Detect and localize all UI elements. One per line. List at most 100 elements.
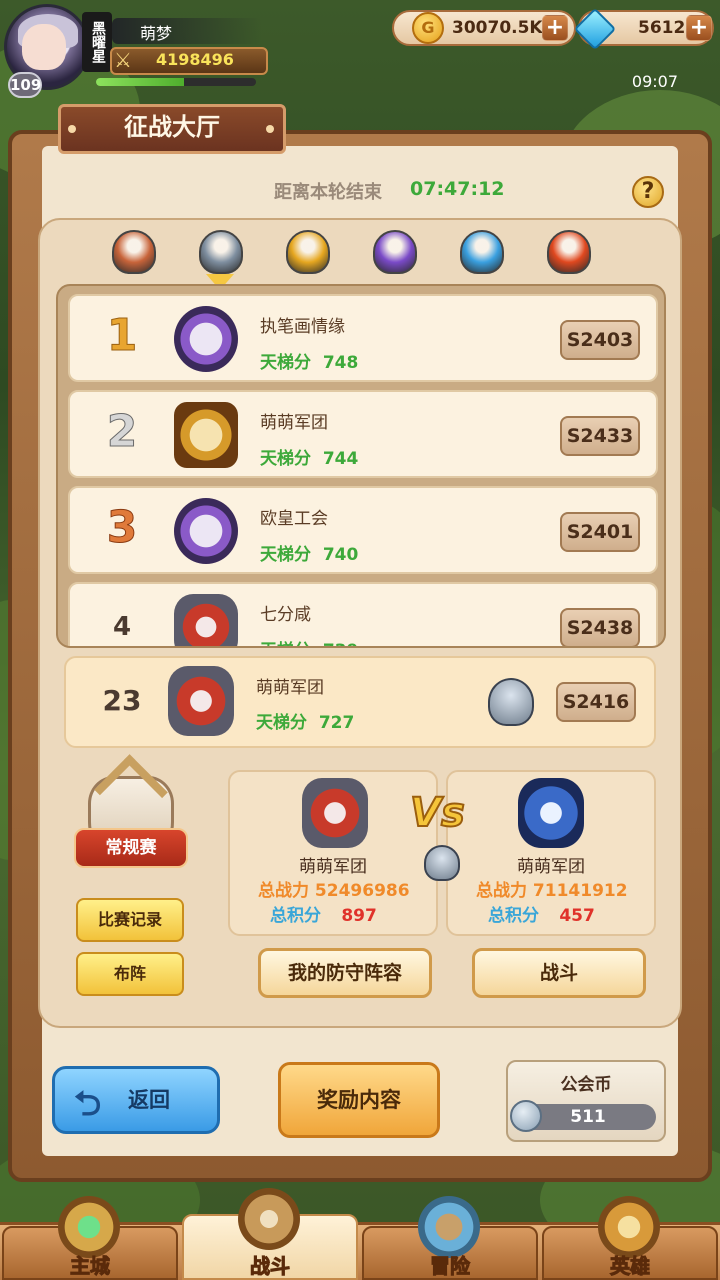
server-badge: S2403 — [560, 320, 640, 360]
guild-coin-label: 公会币 — [560, 1075, 612, 1095]
ladder-score-label: 天梯分 — [256, 713, 307, 733]
ladder-score-value: 740 — [322, 545, 359, 565]
points-value: 457 — [559, 906, 595, 926]
nav-label-heroes: 英雄 — [610, 1254, 651, 1279]
guild-name: 七分咸 — [260, 605, 311, 625]
player-name-bar — [112, 18, 262, 44]
opponent-team-points: 总积分 457 — [488, 901, 595, 926]
ranking-row[interactable]: 1 执笔画情缘 天梯分 748 S2403 — [68, 294, 658, 382]
nav-label-battle: 战斗 — [250, 1254, 291, 1279]
power-label: 总战力 — [258, 881, 309, 901]
hero-helmet-icon — [598, 1196, 660, 1258]
bronze-tier-icon[interactable] — [112, 230, 156, 274]
guild-emblem-gold-shield-icon — [174, 402, 238, 468]
fight-button[interactable]: 战斗 — [472, 948, 646, 998]
my-team-points: 总积分 897 — [270, 901, 377, 926]
back-arrow-icon: ⮌ — [74, 1084, 102, 1124]
nav-label-adventure: 冒险 — [430, 1254, 471, 1279]
my-guild-name: 萌萌军团 — [256, 678, 324, 698]
guild-name: 执笔画情缘 — [260, 317, 345, 337]
round-timer-label: 距离本轮结束 — [274, 182, 382, 203]
ranking-row[interactable]: 2 萌萌军团 天梯分 744 S2433 — [68, 390, 658, 478]
guild-coin-icon — [510, 1100, 542, 1132]
points-label: 总积分 — [488, 906, 539, 926]
gold-tier-icon[interactable] — [286, 230, 330, 274]
ladder-score-label: 天梯分 — [260, 545, 311, 565]
flame-tier-icon[interactable] — [547, 230, 591, 274]
player-level-badge: 109 — [8, 72, 42, 98]
match-record-button[interactable]: 比赛记录 — [76, 898, 184, 942]
my-team-emblem-icon — [302, 778, 368, 848]
rank-number: 4 — [112, 612, 132, 642]
points-value: 897 — [341, 906, 377, 926]
player-xp-bar — [96, 78, 256, 86]
ranking-list[interactable]: 1 执笔画情缘 天梯分 748 S2403 2 萌萌军团 天梯分 744 S24… — [56, 284, 666, 648]
player-name: 萌梦 — [140, 24, 173, 43]
reward-content-button[interactable]: 奖励内容 — [278, 1062, 440, 1138]
silver-tier-icon — [488, 678, 534, 726]
add-gems-button[interactable]: + — [686, 15, 712, 41]
opponent-team-emblem-icon — [518, 778, 584, 848]
my-guild-emblem-icon — [168, 666, 234, 736]
gold-coin-icon: G — [412, 12, 444, 44]
power-label: 总战力 — [476, 881, 527, 901]
rank-number: 2 — [106, 406, 138, 458]
server-badge: S2433 — [560, 416, 640, 456]
avatar-face — [22, 24, 66, 70]
defense-lineup-button[interactable]: 我的防守阵容 — [258, 948, 432, 998]
crossed-swords-icon — [238, 1188, 300, 1250]
ranking-row[interactable]: 4 七分咸 天梯分 739 S2438 — [68, 582, 658, 646]
league-label: 常规赛 — [74, 828, 188, 868]
my-team-name: 萌萌军团 — [299, 857, 367, 877]
gold-value: 30070.5K — [452, 18, 543, 38]
ladder-score: 天梯分 744 — [260, 444, 358, 469]
guild-emblem-crossed-swords-icon — [174, 306, 238, 372]
round-timer-value: 07:47:12 — [410, 178, 505, 200]
gem-value: 5612 — [638, 18, 686, 38]
guild-name: 欧皇工会 — [260, 509, 328, 529]
ladder-score-label: 天梯分 — [260, 641, 311, 646]
rank-number: 1 — [106, 310, 138, 362]
points-label: 总积分 — [270, 906, 321, 926]
help-icon[interactable]: ? — [632, 176, 664, 208]
formation-button[interactable]: 布阵 — [76, 952, 184, 996]
purple-tier-icon[interactable] — [373, 230, 417, 274]
ladder-score-value: 744 — [322, 449, 359, 469]
player-power: 4198496 — [156, 50, 234, 69]
crossed-swords-icon: ⚔ — [114, 48, 132, 72]
ladder-score: 天梯分 740 — [260, 540, 358, 565]
versus-label: Vs — [409, 789, 466, 837]
guild-name: 萌萌军团 — [260, 413, 328, 433]
back-button-label: 返回 — [128, 1088, 170, 1112]
silver-tier-icon[interactable] — [199, 230, 243, 274]
my-ladder-score: 天梯分 727 — [256, 708, 354, 733]
ladder-score-value: 748 — [322, 353, 359, 373]
power-value: 52496986 — [314, 881, 410, 901]
add-gold-button[interactable]: + — [542, 15, 568, 41]
ladder-score: 天梯分 739 — [260, 636, 359, 646]
page-title: 征战大厅 — [124, 113, 220, 141]
my-guild-rank: 23 — [102, 684, 142, 717]
vip-title-tag: 黑曜星 — [82, 12, 112, 72]
ranking-row[interactable]: 3 欧皇工会 天梯分 740 S2401 — [68, 486, 658, 574]
guild-emblem-red-shield-icon — [174, 594, 238, 646]
power-value: 71141912 — [532, 881, 628, 901]
ladder-score-value: 739 — [323, 641, 359, 646]
opponent-team-name: 萌萌军团 — [517, 857, 585, 877]
clock: 09:07 — [631, 72, 678, 91]
silver-tier-icon — [424, 845, 460, 881]
ladder-score-label: 天梯分 — [260, 449, 311, 469]
server-badge: S2438 — [560, 608, 640, 646]
guild-emblem-crossed-swords-icon — [174, 498, 238, 564]
nav-label-main-city: 主城 — [70, 1254, 111, 1279]
main-city-icon — [58, 1196, 120, 1258]
adventure-map-icon — [418, 1196, 480, 1258]
ladder-score-value: 727 — [318, 713, 355, 733]
my-server-badge: S2416 — [556, 682, 636, 722]
diamond-tier-icon[interactable] — [460, 230, 504, 274]
ladder-score: 天梯分 748 — [260, 348, 358, 373]
my-team-power: 总战力 52496986 — [258, 876, 410, 901]
player-xp-fill — [96, 78, 184, 86]
rank-number: 3 — [106, 502, 138, 554]
ladder-score-label: 天梯分 — [260, 353, 311, 373]
